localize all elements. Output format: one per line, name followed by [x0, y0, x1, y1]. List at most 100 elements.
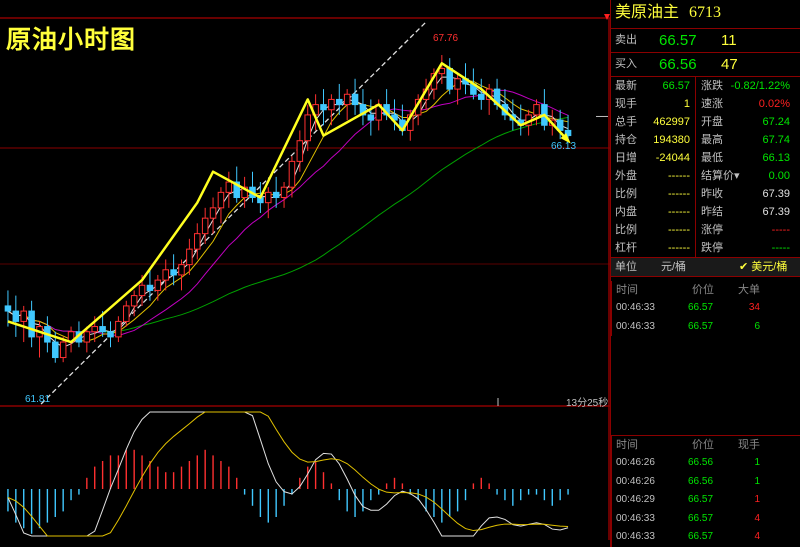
- stat-row: 日增 -24044 最低 66.13: [610, 149, 800, 167]
- stat-value: 0.02%: [758, 98, 790, 110]
- ticks-list: 时间 价位 现手 00:46:26 66.56 1 00:46:26 66.56 1 00:46:…: [610, 436, 800, 547]
- row-time: 00:46:26: [616, 475, 655, 487]
- stat-value: 67.24: [762, 116, 790, 128]
- sell-quote[interactable]: 卖出 66.57 11: [610, 29, 800, 53]
- stat-label: 开盘: [701, 116, 723, 128]
- stat-label: 比例: [615, 188, 637, 200]
- stat-label: 速涨: [701, 98, 723, 110]
- stat-value: ------: [668, 242, 690, 254]
- chart-title: 原油小时图: [6, 26, 137, 54]
- row-time: 00:46:26: [616, 457, 655, 468]
- candle-body: [336, 98, 343, 106]
- col-volume: 现手: [738, 439, 760, 451]
- instrument-header[interactable]: 美原油主 6713: [610, 0, 800, 29]
- stat-row: 内盘 ------ 昨结 67.39: [610, 203, 800, 221]
- table-row[interactable]: 00:46:33 66.57 6: [611, 317, 800, 336]
- stat-label: 最新: [615, 80, 637, 92]
- stat-label: 涨停: [701, 224, 723, 236]
- candle-body: [107, 331, 114, 338]
- stat-label: 最低: [701, 152, 723, 164]
- candle-body: [178, 264, 185, 276]
- stat-label: 总手: [615, 116, 637, 128]
- ma-long-line: [7, 116, 569, 333]
- stat-label: 涨跌: [701, 80, 723, 92]
- stats-table: 最新 66.57 涨跌 -0.82/1.22% 现手 1 速涨 0.02% 总手 462997 开盘…: [610, 77, 800, 257]
- row-price: 66.57: [688, 494, 714, 505]
- stat-value: 67.39: [762, 188, 790, 200]
- price-chart[interactable]: [0, 0, 610, 540]
- candle-body: [52, 341, 59, 359]
- stat-value: 1: [683, 98, 690, 110]
- candle-body: [533, 104, 540, 116]
- stat-divider: [695, 203, 696, 221]
- table-row[interactable]: 00:46:26 66.56 1: [611, 454, 800, 473]
- instrument-code: 6713: [689, 4, 722, 21]
- stat-value: 67.74: [762, 134, 790, 146]
- table-row[interactable]: 00:46:26 66.56 1: [611, 472, 800, 491]
- chart-area[interactable]: 原油小时图 67.76 61.81 66.13 13分25秒: [0, 0, 610, 540]
- table-row[interactable]: 00:46:33 66.57 4: [611, 528, 800, 547]
- candle-body: [194, 233, 201, 250]
- stat-label: 现手: [615, 98, 637, 110]
- stat-row: 最新 66.57 涨跌 -0.82/1.22%: [610, 77, 800, 95]
- candle-body: [478, 93, 485, 100]
- unit-option-yuan[interactable]: 元/桶: [661, 258, 686, 276]
- big-orders-list: 时间 价位 大单 00:46:33 66.57 34 00:46:33 66.57 6: [610, 281, 800, 435]
- buy-quote[interactable]: 买入 66.56 47: [610, 53, 800, 77]
- candle-body: [59, 341, 67, 359]
- stat-row: 总手 462997 开盘 67.24: [610, 113, 800, 131]
- row-price: 66.57: [688, 302, 714, 313]
- candle-body: [154, 279, 162, 291]
- candle-body: [91, 326, 98, 333]
- candle-body: [209, 207, 217, 219]
- sell-volume: 11: [721, 32, 737, 49]
- stat-divider: [695, 131, 696, 149]
- stat-value: ------: [668, 206, 690, 218]
- table-row[interactable]: 00:46:29 66.57 1: [611, 491, 800, 510]
- table-row[interactable]: 00:46:33 66.57 34: [611, 299, 800, 318]
- stat-divider: [695, 95, 696, 113]
- stat-value: 66.13: [762, 152, 790, 164]
- stat-value: 67.39: [762, 206, 790, 218]
- candle-body: [123, 305, 130, 322]
- row-price: 66.57: [688, 320, 714, 332]
- row-volume: 1: [754, 494, 760, 505]
- candle-body: [170, 269, 177, 276]
- row-volume: 1: [754, 457, 760, 468]
- table-header: 时间 价位 现手: [611, 436, 800, 454]
- candle-body: [265, 191, 272, 204]
- ma-short-line: [7, 79, 569, 342]
- macd-dif-line: [7, 411, 569, 537]
- row-volume: 34: [748, 302, 760, 313]
- stat-label: 跌停: [701, 242, 723, 254]
- candle-body: [162, 269, 169, 281]
- low-label: 61.81: [25, 394, 51, 405]
- row-time: 00:46:33: [616, 512, 655, 524]
- buy-volume: 47: [721, 56, 738, 73]
- candle-body: [454, 78, 461, 90]
- candle-body: [4, 305, 12, 312]
- candle-body: [272, 191, 280, 199]
- stat-divider: [695, 167, 696, 185]
- table-row[interactable]: 00:46:33 66.57 4: [611, 509, 800, 528]
- stat-label: 内盘: [615, 206, 637, 218]
- macd-dea-line: [7, 411, 569, 537]
- candle-body: [280, 186, 288, 199]
- candle-body: [83, 331, 91, 343]
- unit-row[interactable]: 单位 元/桶 ✔ 美元/桶: [610, 257, 800, 277]
- row-price: 66.56: [688, 457, 714, 468]
- candle-body: [320, 104, 327, 111]
- candle-body: [217, 191, 225, 209]
- unit-option-usd[interactable]: ✔ 美元/桶: [739, 258, 787, 276]
- candle-body: [146, 284, 154, 291]
- buy-label: 买入: [615, 58, 637, 70]
- row-volume: 4: [754, 531, 760, 542]
- col-price: 价位: [692, 439, 714, 451]
- candle-body: [351, 93, 359, 106]
- stat-row: 比例 ------ 昨收 67.39: [610, 185, 800, 203]
- candle-body: [225, 181, 233, 193]
- col-time: 时间: [616, 439, 638, 451]
- candle-body: [99, 326, 106, 333]
- stat-label: 最高: [701, 134, 723, 146]
- candle-body: [288, 160, 296, 188]
